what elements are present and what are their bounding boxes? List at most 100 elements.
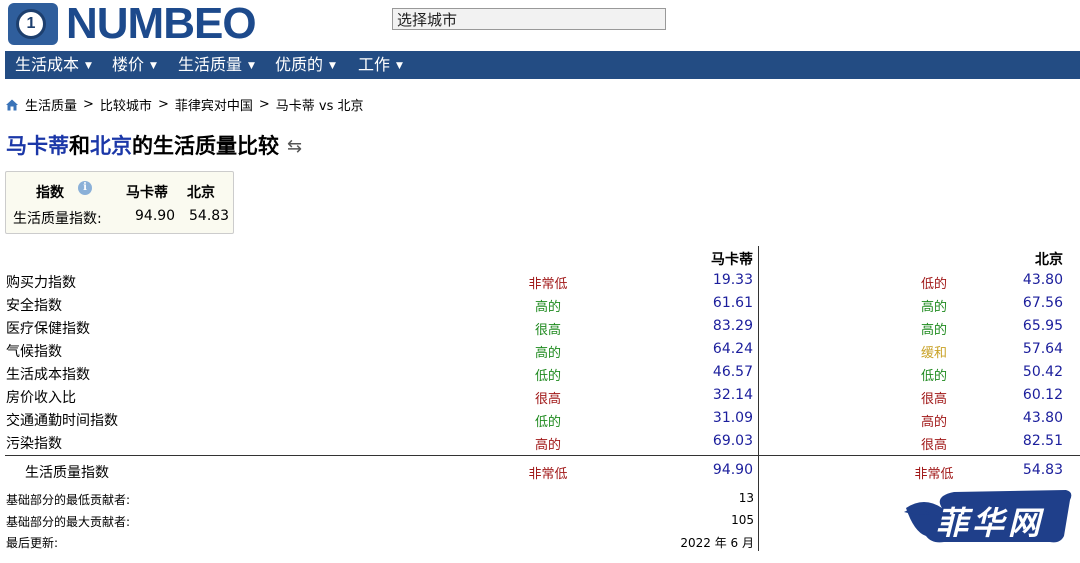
meta-value: 105 (731, 513, 754, 527)
rating-city1: 高的 (534, 300, 561, 315)
rating-city1: 高的 (534, 346, 561, 361)
logo-text: NUMBEO (66, 0, 257, 48)
rating-city2: 低的 (920, 369, 947, 384)
value-city1: 64.24 (712, 341, 753, 357)
rating-city1: 高的 (534, 438, 561, 453)
meta-value: 13 (738, 491, 754, 505)
value-city1: 61.61 (712, 295, 753, 311)
main-nav-bar: 生活成本 ▼ 楼价 ▼ 生活质量 ▼ 优质的 ▼ 工作 ▼ (5, 51, 1080, 79)
rating-city1: 很高 (534, 392, 561, 407)
rating-city2: 很高 (920, 392, 947, 407)
rating-city1: 低的 (534, 415, 561, 430)
breadcrumb-separator: > (157, 97, 169, 112)
value-city1: 94.90 (712, 462, 753, 478)
meta-label: 最后更新: (6, 536, 59, 550)
row-label: 污染指数 (6, 436, 62, 452)
meta-label: 基础部分的最大贡献者: (6, 515, 131, 529)
home-icon[interactable] (5, 98, 19, 112)
rating-city1: 低的 (534, 369, 561, 384)
rating-city1: 非常低 (528, 467, 568, 482)
summary-value-city2: 54.83 (189, 208, 230, 224)
breadcrumb: 生活质量 > 比较城市 > 菲律宾对中国 > 马卡蒂 vs 北京 (5, 95, 364, 114)
city-select-input[interactable]: 选择城市 (392, 8, 666, 30)
caret-down-icon: ▼ (150, 61, 157, 71)
page-title: 马卡蒂和北京的生活质量比较 ⇆ (6, 134, 303, 158)
watermark-logo: 菲华网 (904, 486, 1074, 546)
row-label: 安全指数 (6, 298, 62, 314)
breadcrumb-separator: > (83, 97, 94, 112)
rating-city2: 高的 (920, 415, 947, 430)
breadcrumb-link[interactable]: 菲律宾对中国 (175, 95, 253, 114)
meta-row: 最后更新: 2022 年 6 月 (0, 534, 760, 554)
total-row: 生活质量指数 非常低 94.90 非常低 54.83 (0, 462, 1080, 485)
value-city1: 32.14 (712, 387, 753, 403)
nav-item-quality-of-life[interactable]: 生活质量 ▼ (178, 51, 255, 79)
table-row: 污染指数 高的 69.03 很高 82.51 (0, 433, 1080, 456)
summary-label: 生活质量指数: (13, 211, 102, 227)
table-row: 购买力指数 非常低 19.33 低的 43.80 (0, 272, 1080, 295)
caret-down-icon: ▼ (85, 61, 92, 71)
row-label: 购买力指数 (6, 275, 76, 291)
value-city2: 67.56 (1022, 295, 1063, 311)
rating-city2: 高的 (920, 300, 947, 315)
breadcrumb-link[interactable]: 生活质量 (25, 95, 77, 114)
total-separator (5, 455, 1080, 456)
caret-down-icon: ▼ (329, 61, 336, 71)
table-row: 气候指数 高的 64.24 缓和 57.64 (0, 341, 1080, 364)
summary-value-city1: 94.90 (135, 208, 176, 224)
rating-city2: 低的 (920, 277, 947, 292)
value-city1: 46.57 (712, 364, 753, 380)
rating-city1: 很高 (534, 323, 561, 338)
value-city1: 69.03 (712, 433, 753, 449)
value-city1: 19.33 (712, 272, 753, 288)
title-city1-link[interactable]: 马卡蒂 (6, 134, 69, 158)
title-city2-link[interactable]: 北京 (90, 134, 132, 158)
nav-item-property-prices[interactable]: 楼价 ▼ (112, 51, 157, 79)
nav-item-jobs[interactable]: 工作 ▼ (358, 51, 403, 79)
caret-down-icon: ▼ (248, 61, 255, 71)
info-icon[interactable]: i (78, 181, 92, 195)
row-label: 房价收入比 (6, 390, 76, 406)
rating-city1: 非常低 (528, 277, 568, 292)
watermark-text: 菲华网 (936, 504, 1045, 542)
rating-city2: 缓和 (920, 346, 947, 361)
swap-cities-icon[interactable]: ⇆ (287, 136, 302, 157)
summary-header-city2: 北京 (187, 185, 215, 201)
row-label: 生活成本指数 (6, 367, 90, 383)
meta-value: 2022 年 6 月 (680, 536, 754, 550)
logo-badge-icon: 1 (8, 3, 58, 45)
summary-box: 指数 i 马卡蒂 北京 生活质量指数: 94.90 54.83 (5, 171, 234, 234)
caret-down-icon: ▼ (396, 61, 403, 71)
numbeo-logo[interactable]: 1 NUMBEO (8, 0, 257, 48)
value-city2: 57.64 (1022, 341, 1063, 357)
value-city2: 60.12 (1022, 387, 1063, 403)
meta-label: 基础部分的最低贡献者: (6, 493, 131, 507)
breadcrumb-current: 马卡蒂 vs 北京 (275, 99, 364, 114)
city-select-value: 选择城市 (397, 11, 458, 29)
summary-header-city1: 马卡蒂 (126, 185, 168, 201)
column-header-city1: 马卡蒂 (711, 252, 753, 268)
row-label: 医疗保健指数 (6, 321, 90, 337)
value-city1: 31.09 (712, 410, 753, 426)
rating-city2: 高的 (920, 323, 947, 338)
breadcrumb-separator: > (258, 97, 270, 112)
row-label: 生活质量指数 (25, 465, 109, 481)
nav-item-premium[interactable]: 优质的 ▼ (275, 51, 336, 79)
value-city1: 83.29 (712, 318, 753, 334)
table-row: 医疗保健指数 很高 83.29 高的 65.95 (0, 318, 1080, 341)
table-row: 交通通勤时间指数 低的 31.09 高的 43.80 (0, 410, 1080, 433)
row-label: 交通通勤时间指数 (6, 413, 118, 429)
row-label: 气候指数 (6, 344, 62, 360)
rating-city2: 很高 (920, 438, 947, 453)
meta-row: 基础部分的最低贡献者: 13 (0, 491, 760, 511)
summary-header-index: 指数 (36, 185, 64, 201)
breadcrumb-link[interactable]: 比较城市 (100, 95, 152, 114)
table-row: 安全指数 高的 61.61 高的 67.56 (0, 295, 1080, 318)
nav-item-cost-of-living[interactable]: 生活成本 ▼ (15, 51, 92, 79)
value-city2: 43.80 (1022, 410, 1063, 426)
value-city2: 54.83 (1022, 462, 1063, 478)
table-row: 房价收入比 很高 32.14 很高 60.12 (0, 387, 1080, 410)
column-header-city2: 北京 (1035, 252, 1063, 268)
value-city2: 82.51 (1022, 433, 1063, 449)
value-city2: 50.42 (1022, 364, 1063, 380)
